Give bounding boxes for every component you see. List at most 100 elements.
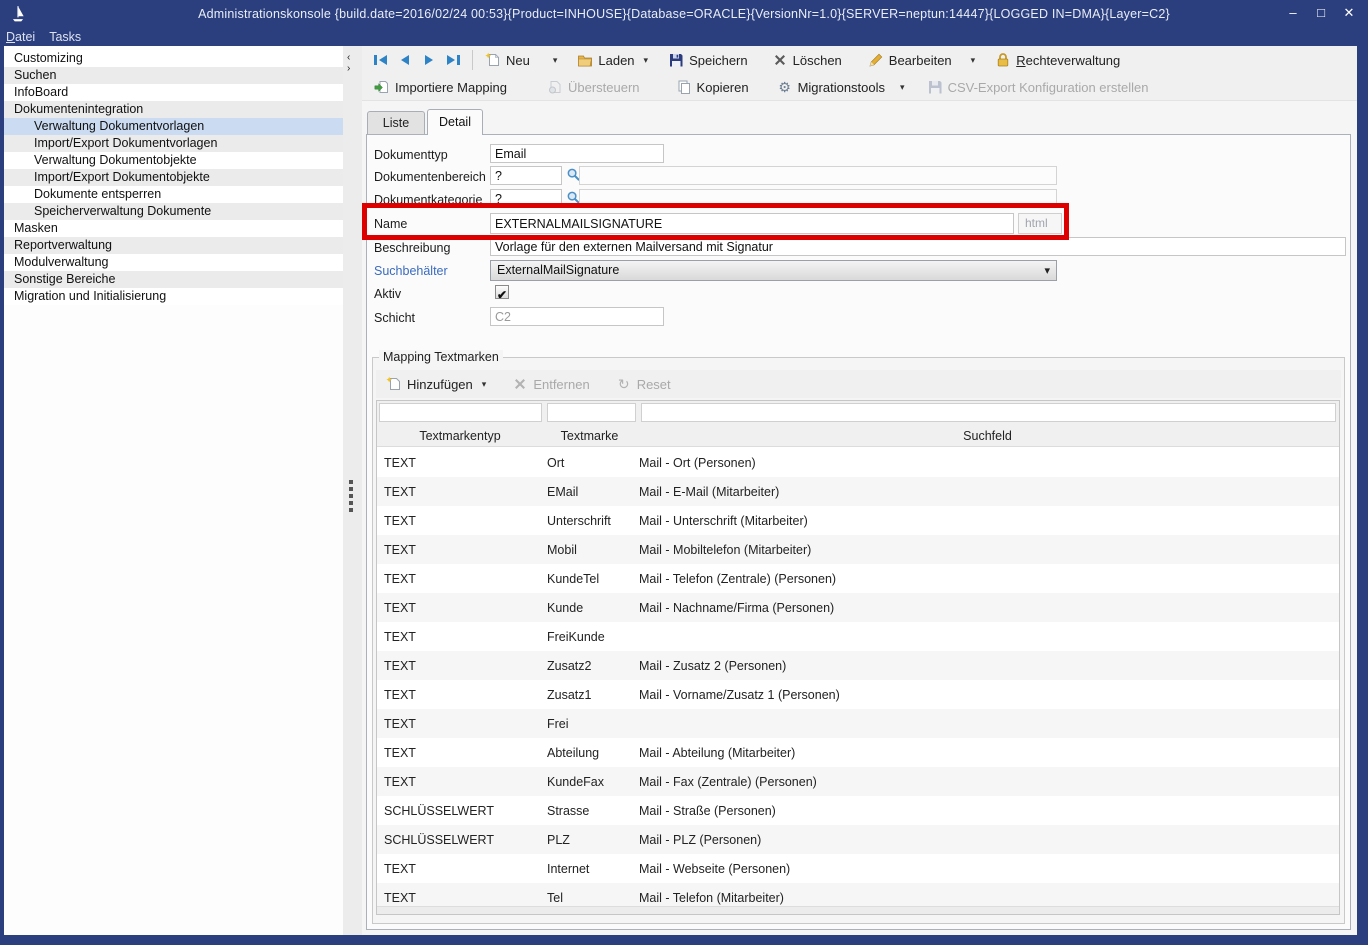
table-row[interactable]: TEXT Mobil Mail - Mobiltelefon (Mitarbei… bbox=[377, 535, 1339, 564]
table-row[interactable]: TEXT EMail Mail - E-Mail (Mitarbeiter) bbox=[377, 477, 1339, 506]
name-format-badge: html bbox=[1018, 213, 1062, 234]
sidebar-item-customizing[interactable]: Customizing bbox=[4, 50, 343, 67]
name-label: Name bbox=[374, 217, 407, 231]
splitter-handle[interactable] bbox=[349, 480, 353, 515]
dokumentkategorie-input[interactable] bbox=[490, 189, 562, 208]
sidebar-item-dokumente-entsperren[interactable]: Dokumente entsperren bbox=[4, 186, 343, 203]
mapping-h-scrollbar[interactable] bbox=[377, 906, 1339, 914]
sidebar-item-reportverwaltung[interactable]: Reportverwaltung bbox=[4, 237, 343, 254]
cell-suchfeld: Mail - Mobiltelefon (Mitarbeiter) bbox=[636, 543, 1339, 557]
secondary-toolbar: Importiere Mapping Übersteuern Kopieren … bbox=[362, 74, 1357, 101]
sidebar-item-verwaltung-dokumentobjekte[interactable]: Verwaltung Dokumentobjekte bbox=[4, 152, 343, 169]
migrationstools-dropdown-caret[interactable]: ▾ bbox=[900, 82, 905, 93]
splitter-gutter[interactable]: ‹ › bbox=[343, 46, 362, 935]
sidebar-item-verwaltung-dokumentvorlagen[interactable]: Verwaltung Dokumentvorlagen bbox=[4, 118, 343, 135]
table-row[interactable]: SCHLÜSSELWERT Strasse Mail - Straße (Per… bbox=[377, 796, 1339, 825]
cell-textmarkentyp: TEXT bbox=[377, 485, 543, 499]
cell-textmarke: Abteilung bbox=[543, 746, 636, 760]
table-row[interactable]: TEXT Unterschrift Mail - Unterschrift (M… bbox=[377, 506, 1339, 535]
bearbeiten-dropdown-caret[interactable]: ▾ bbox=[971, 55, 976, 66]
importiere-mapping-button[interactable]: Importiere Mapping bbox=[368, 77, 513, 97]
kopieren-button[interactable]: Kopieren bbox=[670, 77, 755, 97]
sidebar-item-dokumentenintegration[interactable]: Dokumentenintegration bbox=[4, 101, 343, 118]
schicht-input bbox=[490, 307, 664, 326]
cell-suchfeld: Mail - Ort (Personen) bbox=[636, 456, 1339, 470]
laden-button[interactable]: Laden ▾ bbox=[571, 50, 654, 70]
filter-suchfeld-input[interactable] bbox=[641, 403, 1336, 422]
tab-liste[interactable]: Liste bbox=[367, 111, 425, 134]
reset-button[interactable]: ↻ Reset bbox=[610, 374, 677, 394]
close-button[interactable]: ✕ bbox=[1340, 4, 1358, 22]
last-record-button[interactable] bbox=[444, 52, 462, 68]
table-row[interactable]: TEXT Frei bbox=[377, 709, 1339, 738]
delete-x-icon bbox=[772, 52, 788, 68]
table-row[interactable]: TEXT Abteilung Mail - Abteilung (Mitarbe… bbox=[377, 738, 1339, 767]
neu-dropdown-caret[interactable]: ▾ bbox=[553, 55, 558, 66]
filter-textmarkentyp-input[interactable] bbox=[379, 403, 542, 422]
suchbehaelter-label[interactable]: Suchbehälter bbox=[374, 264, 448, 278]
title-bar: Administrationskonsole {build.date=2016/… bbox=[0, 0, 1368, 28]
sidebar-item-modulverwaltung[interactable]: Modulverwaltung bbox=[4, 254, 343, 271]
dokumenttyp-input[interactable] bbox=[490, 144, 664, 163]
laden-dropdown-caret[interactable]: ▾ bbox=[644, 55, 649, 66]
menu-datei[interactable]: Datei bbox=[6, 28, 35, 46]
first-record-button[interactable] bbox=[372, 52, 390, 68]
sidebar-item-sonstige-bereiche[interactable]: Sonstige Bereiche bbox=[4, 271, 343, 288]
sidebar-item-import-export-dokumentobjekte[interactable]: Import/Export Dokumentobjekte bbox=[4, 169, 343, 186]
migrationstools-button[interactable]: ⚙ Migrationstools ▾ bbox=[771, 77, 911, 97]
rechteverwaltung-button[interactable]: Rechteverwaltung bbox=[989, 50, 1126, 70]
mapping-textmarken-group: Mapping Textmarken Hinzufügen ▾ Entferne… bbox=[372, 357, 1345, 924]
table-row[interactable]: TEXT Zusatz2 Mail - Zusatz 2 (Personen) bbox=[377, 651, 1339, 680]
suchbehaelter-select[interactable]: ExternalMailSignature ▾ bbox=[490, 260, 1057, 281]
splitter-collapse-buttons[interactable]: ‹ › bbox=[347, 52, 350, 74]
splitter-left-icon[interactable]: ‹ bbox=[347, 52, 350, 63]
neu-button[interactable]: Neu ▾ bbox=[479, 50, 563, 70]
dokumentenbereich-input[interactable] bbox=[490, 166, 562, 185]
hinzufuegen-button[interactable]: Hinzufügen ▾ bbox=[380, 374, 492, 394]
table-row[interactable]: TEXT Tel Mail - Telefon (Mitarbeiter) bbox=[377, 883, 1339, 906]
splitter-right-icon[interactable]: › bbox=[347, 63, 350, 74]
cell-textmarke: Zusatz1 bbox=[543, 688, 636, 702]
table-row[interactable]: TEXT Kunde Mail - Nachname/Firma (Person… bbox=[377, 593, 1339, 622]
minimize-button[interactable]: – bbox=[1284, 4, 1302, 22]
speichern-button[interactable]: Speichern bbox=[662, 50, 754, 70]
column-header-textmarke[interactable]: Textmarke bbox=[543, 425, 636, 447]
sidebar-item-suchen[interactable]: Suchen bbox=[4, 67, 343, 84]
beschreibung-input[interactable] bbox=[490, 237, 1346, 256]
column-header-textmarkentyp[interactable]: Textmarkentyp bbox=[377, 425, 543, 447]
filter-textmarke-input[interactable] bbox=[547, 403, 636, 422]
table-row[interactable]: SCHLÜSSELWERT PLZ Mail - PLZ (Personen) bbox=[377, 825, 1339, 854]
loeschen-button[interactable]: Löschen bbox=[766, 50, 848, 70]
tab-detail[interactable]: Detail bbox=[427, 109, 483, 135]
sidebar-item-masken[interactable]: Masken bbox=[4, 220, 343, 237]
hinzufuegen-dropdown-caret[interactable]: ▾ bbox=[482, 379, 487, 390]
sidebar-item-import-export-dokumentvorlagen[interactable]: Import/Export Dokumentvorlagen bbox=[4, 135, 343, 152]
table-row[interactable]: TEXT FreiKunde bbox=[377, 622, 1339, 651]
entfernen-button[interactable]: Entfernen bbox=[506, 374, 595, 394]
aktiv-checkbox[interactable]: ✔ bbox=[495, 285, 509, 299]
next-record-button[interactable] bbox=[420, 52, 438, 68]
menu-tasks[interactable]: Tasks bbox=[49, 28, 81, 46]
dokumentkategorie-label: Dokumentkategorie bbox=[374, 193, 482, 207]
previous-record-button[interactable] bbox=[396, 52, 414, 68]
sidebar-item-migration-und-initialisierung[interactable]: Migration und Initialisierung bbox=[4, 288, 343, 305]
table-row[interactable]: TEXT KundeFax Mail - Fax (Zentrale) (Per… bbox=[377, 767, 1339, 796]
column-header-suchfeld[interactable]: Suchfeld bbox=[636, 425, 1339, 447]
work-area: CustomizingSuchenInfoBoardDokumenteninte… bbox=[4, 46, 1357, 935]
cell-textmarke: Zusatz2 bbox=[543, 659, 636, 673]
table-row[interactable]: TEXT Ort Mail - Ort (Personen) bbox=[377, 448, 1339, 477]
sidebar-item-infoboard[interactable]: InfoBoard bbox=[4, 84, 343, 101]
menu-bar: Datei Tasks bbox=[6, 28, 81, 46]
table-row[interactable]: TEXT Internet Mail - Webseite (Personen) bbox=[377, 854, 1339, 883]
csv-export-button[interactable]: CSV-Export Konfiguration erstellen bbox=[921, 77, 1155, 97]
cell-textmarkentyp: TEXT bbox=[377, 514, 543, 528]
table-row[interactable]: TEXT Zusatz1 Mail - Vorname/Zusatz 1 (Pe… bbox=[377, 680, 1339, 709]
table-row[interactable]: TEXT KundeTel Mail - Telefon (Zentrale) … bbox=[377, 564, 1339, 593]
bearbeiten-button[interactable]: Bearbeiten ▾ bbox=[862, 50, 981, 70]
cell-suchfeld: Mail - Webseite (Personen) bbox=[636, 862, 1339, 876]
maximize-button[interactable]: □ bbox=[1312, 4, 1330, 22]
name-input[interactable] bbox=[490, 213, 1014, 234]
sidebar-item-speicherverwaltung-dokumente[interactable]: Speicherverwaltung Dokumente bbox=[4, 203, 343, 220]
cell-textmarke: KundeFax bbox=[543, 775, 636, 789]
uebersteuern-button[interactable]: Übersteuern bbox=[541, 77, 646, 97]
